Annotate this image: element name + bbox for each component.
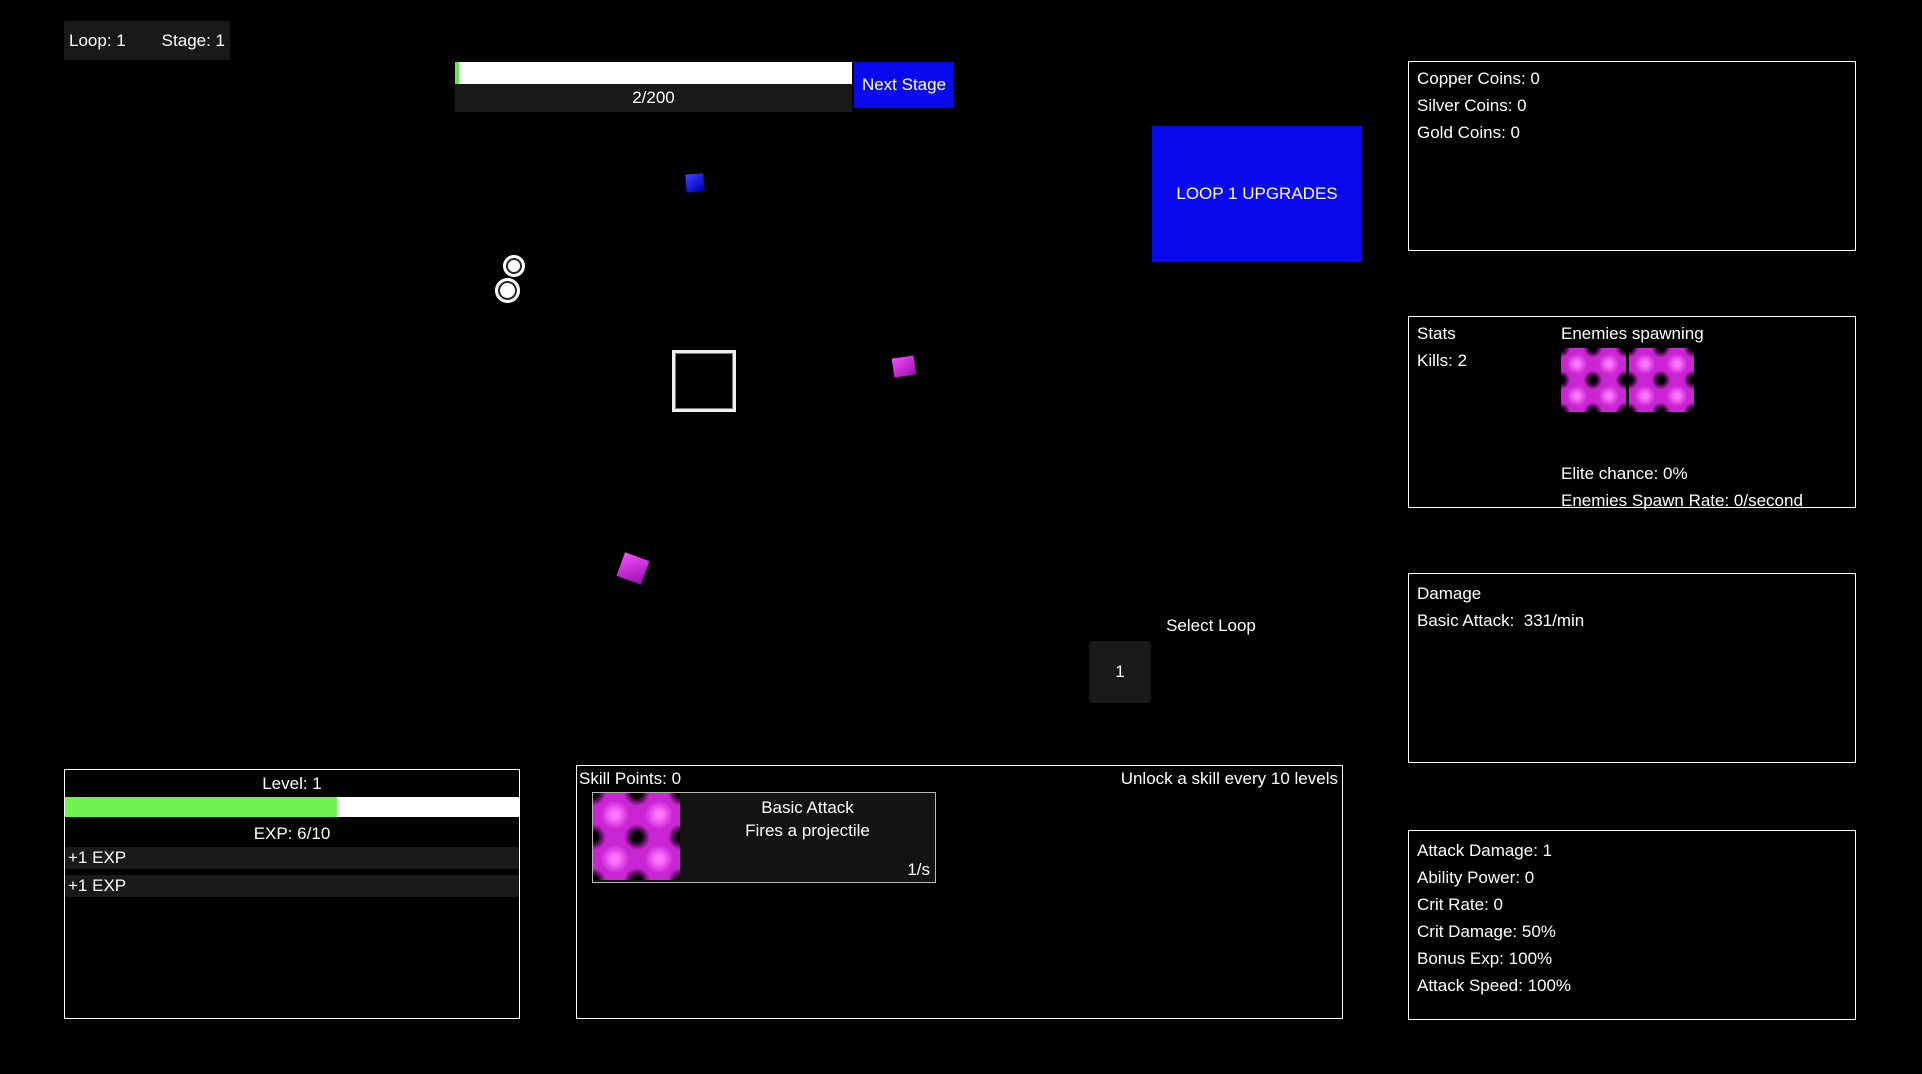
blue-projectile <box>685 173 705 193</box>
next-stage-button[interactable]: Next Stage <box>854 62 954 108</box>
exp-bar <box>65 797 519 817</box>
skill-name: Basic Attack <box>761 798 854 817</box>
stage-progress-label: 2/200 <box>455 84 852 112</box>
level-panel: Level: 1 EXP: 6/10 +1 EXP +1 EXP <box>64 769 520 1019</box>
skill-icon-basic-attack <box>593 793 680 880</box>
stage-progress-bar <box>455 62 852 84</box>
skill-rate: 1/s <box>907 860 930 879</box>
pickup-orb <box>495 278 520 303</box>
pickup-orb <box>503 255 525 277</box>
skills-panel: Skill Points: 0 Unlock a skill every 10 … <box>576 765 1343 1019</box>
exp-label: EXP: 6/10 <box>253 824 331 843</box>
loop-stage-hud: Loop: 1 Stage: 1 <box>64 21 230 60</box>
loop-label: Loop: 1 <box>69 30 126 50</box>
skill-description: Fires a projectile <box>745 821 870 840</box>
loop-upgrades-button[interactable]: LOOP 1 UPGRADES <box>1152 126 1362 262</box>
enemy-square <box>616 552 650 585</box>
coins-panel: Copper Coins: 0 Silver Coins: 0 Gold Coi… <box>1408 61 1856 251</box>
attack-speed-label: Attack Speed: 100% <box>1417 976 1572 995</box>
enemies-spawning-title: Enemies spawning <box>1561 324 1704 343</box>
attack-damage-label: Attack Damage: 1 <box>1417 841 1553 860</box>
damage-panel: Damage Basic Attack: 331/min <box>1408 573 1856 763</box>
ability-power-label: Ability Power: 0 <box>1417 868 1535 887</box>
player-square <box>672 350 736 412</box>
stats-title: Stats <box>1417 324 1456 343</box>
exp-log-row: +1 EXP <box>65 847 519 869</box>
crit-damage-label: Crit Damage: 50% <box>1417 922 1556 941</box>
spawn-rate-label: Enemies Spawn Rate: 0/second <box>1561 491 1803 510</box>
exp-bar-fill <box>65 797 338 817</box>
skill-card-body: Basic Attack Fires a projectile 1/s <box>680 793 935 882</box>
enemy-square <box>891 355 917 378</box>
copper-coins-label: Copper Coins: 0 <box>1417 69 1540 88</box>
stage-label: Stage: 1 <box>161 30 225 50</box>
select-loop-title: Select Loop <box>1166 616 1256 635</box>
level-title: Level: 1 <box>262 774 322 793</box>
enemy-preview-texture <box>1629 348 1694 412</box>
kills-label: Kills: 2 <box>1417 351 1468 370</box>
stats-left-column: Stats Kills: 2 <box>1417 320 1561 504</box>
skill-card-basic-attack[interactable]: Basic Attack Fires a projectile 1/s <box>592 792 936 883</box>
enemy-preview-row <box>1561 348 1847 412</box>
exp-log-row: +1 EXP <box>65 875 519 897</box>
bonus-exp-label: Bonus Exp: 100% <box>1417 949 1553 968</box>
loop-1-button[interactable]: 1 <box>1089 641 1151 703</box>
attributes-panel: Attack Damage: 1 Ability Power: 0 Crit R… <box>1408 830 1856 1020</box>
stats-panel: Stats Kills: 2 Enemies spawning Elite ch… <box>1408 316 1856 510</box>
skills-header: Skill Points: 0 Unlock a skill every 10 … <box>577 766 1342 790</box>
crit-rate-label: Crit Rate: 0 <box>1417 895 1503 914</box>
enemy-preview-texture <box>1561 348 1626 412</box>
basic-attack-dps-label: Basic Attack: 331/min <box>1417 611 1585 630</box>
silver-coins-label: Silver Coins: 0 <box>1417 96 1527 115</box>
damage-title: Damage <box>1417 584 1482 603</box>
gold-coins-label: Gold Coins: 0 <box>1417 123 1520 142</box>
unlock-hint-label: Unlock a skill every 10 levels <box>1120 769 1338 788</box>
stats-right-column: Enemies spawning Elite chance: 0% Enemie… <box>1561 320 1847 510</box>
stage-progress-fill <box>455 62 459 84</box>
skill-points-label: Skill Points: 0 <box>579 769 682 788</box>
elite-chance-label: Elite chance: 0% <box>1561 464 1688 483</box>
